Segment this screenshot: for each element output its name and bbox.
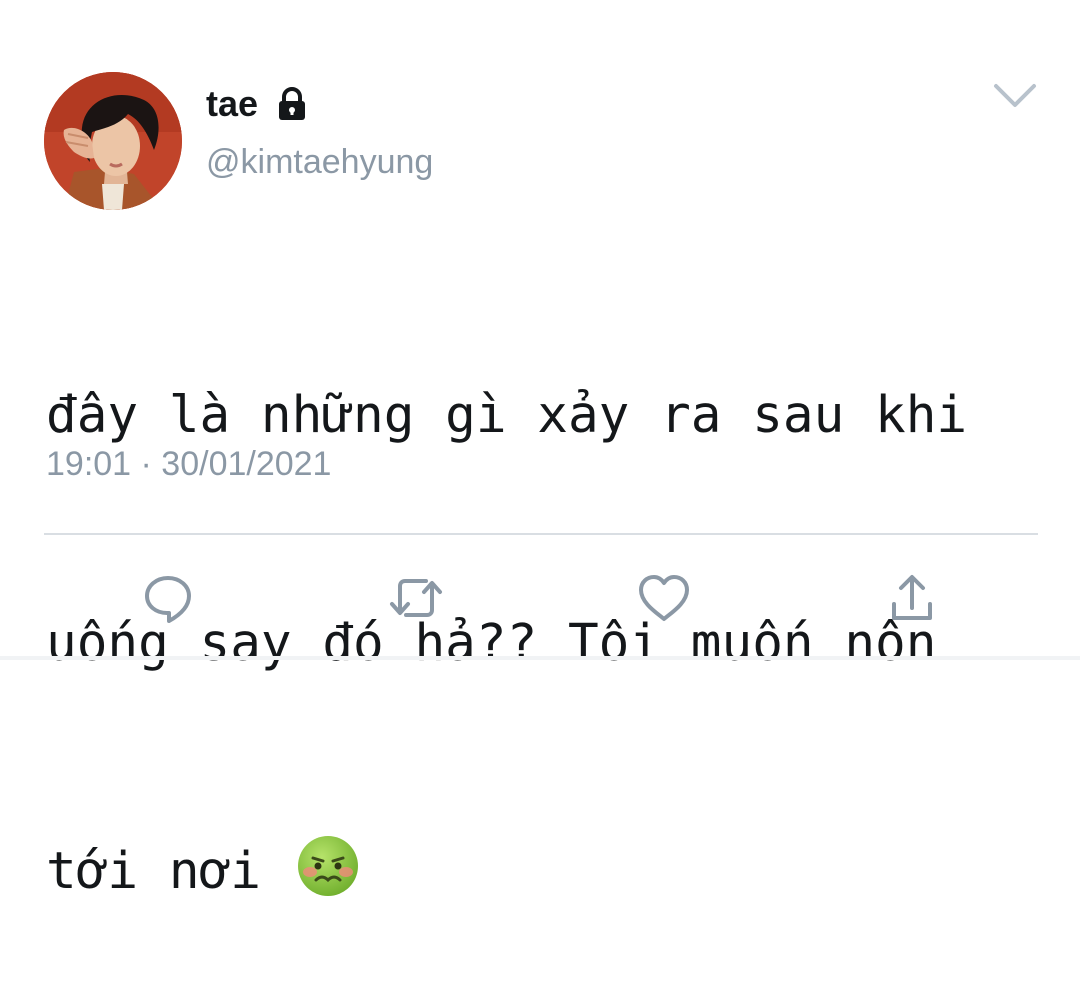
share-icon [888,572,936,624]
tweet-timestamp[interactable]: 19:01 · 30/01/2021 [46,442,331,486]
share-button[interactable] [884,570,940,626]
tweet-text-line-last: tới nơi [46,834,1036,910]
like-icon [637,573,691,623]
avatar[interactable] [44,72,182,210]
retweet-button[interactable] [388,570,444,626]
reply-icon [142,572,194,624]
retweet-icon [388,572,444,624]
profile-photo-icon [44,72,182,210]
tweet-text-line: tới nơi [46,842,261,901]
display-name[interactable]: tae [206,80,258,128]
like-button[interactable] [636,570,692,626]
lock-icon [274,86,310,122]
divider [44,533,1038,535]
nauseated-face-icon [296,834,360,898]
reply-button[interactable] [140,570,196,626]
user-handle[interactable]: @kimtaehyung [206,140,433,184]
chevron-down-icon[interactable] [992,80,1038,112]
display-name-row: tae [206,80,310,128]
bottom-border [0,656,1080,660]
